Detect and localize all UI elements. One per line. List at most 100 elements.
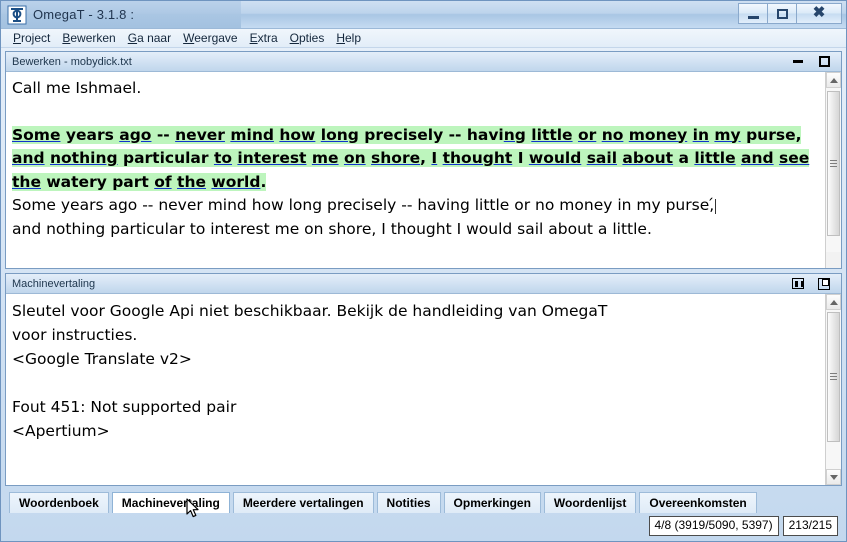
segment-token-underlined: sail — [586, 149, 618, 167]
progress-status: 4/8 (3919/5090, 5397) — [648, 516, 779, 536]
segment-token: particular — [117, 149, 214, 167]
segment-token-underlined: the — [177, 172, 206, 191]
menu-label: elp — [345, 31, 362, 45]
segment-token-underlined: Some — [12, 125, 61, 144]
menu-item-bewerken[interactable]: Bewerken — [56, 31, 121, 45]
segment-token-underlined: to — [213, 149, 232, 167]
close-icon: ✖ — [812, 5, 826, 21]
mt-vertical-scrollbar[interactable] — [825, 294, 841, 485]
editor-panel-buttons — [791, 55, 837, 69]
menu-item-extra[interactable]: Extra — [244, 31, 284, 45]
mt-line-3: <Google Translate v2> — [12, 350, 192, 368]
window-title: OmegaT - 3.1.8 : — [33, 7, 135, 22]
window-controls: ✖ — [738, 3, 842, 24]
menu-label: ewerken — [70, 31, 116, 45]
segment-token-underlined: or — [577, 125, 597, 144]
omegat-window: OmegaT - 3.1.8 : ✖ Project Bewerken Ga n… — [0, 0, 847, 542]
editor-maximize-button[interactable] — [817, 55, 831, 69]
minimize-icon — [747, 15, 759, 19]
blank-spacer — [12, 101, 824, 124]
segment-token-underlined: and — [12, 149, 45, 167]
mt-panel-header: Machinevertaling — [6, 274, 841, 294]
editor-scroll-thumb[interactable] — [827, 91, 840, 236]
menu-item-ga-naar[interactable]: Ga naar — [122, 31, 177, 45]
mt-scroll-thumb[interactable] — [827, 311, 840, 442]
scroll-up-button[interactable] — [826, 72, 841, 88]
mt-restore-button[interactable] — [791, 277, 805, 291]
menu-label: roject — [21, 31, 51, 45]
panel-tab-bar: Woordenboek Machinevertaling Meerdere ve… — [5, 491, 842, 513]
tab-meerdere-vertalingen[interactable]: Meerdere vertalingen — [232, 492, 374, 513]
segment-token-underlined: ago — [119, 125, 152, 144]
segment-token-underlined: and — [741, 149, 774, 167]
segment-token-underlined: mind — [230, 125, 274, 144]
menu-mnemonic: P — [13, 31, 22, 45]
segment-token-underlined: long — [320, 125, 359, 144]
editor-minimize-button[interactable] — [791, 55, 805, 69]
minimize-button[interactable] — [738, 3, 768, 24]
tab-machinevertaling[interactable]: Machinevertaling — [111, 492, 230, 513]
title-bar: OmegaT - 3.1.8 : ✖ — [1, 1, 846, 29]
editor-panel-body[interactable]: Call me Ishmael. Some years ago -- never… — [6, 72, 841, 268]
segment-token-underlined: interest — [237, 149, 307, 167]
grip-icon — [830, 371, 837, 382]
undock-icon — [818, 277, 830, 290]
mt-panel-title: Machinevertaling — [12, 277, 96, 290]
menu-item-help[interactable]: Help — [330, 31, 367, 45]
editor-panel-title: Bewerken - mobydick.txt — [12, 55, 132, 68]
scroll-down-button[interactable] — [826, 469, 841, 485]
tab-woordenboek[interactable]: Woordenboek — [9, 492, 109, 513]
segment-token-underlined: money — [628, 125, 688, 144]
editor-panel-header: Bewerken - mobydick.txt — [6, 52, 841, 72]
mt-text-area[interactable]: Sleutel voor Google Api niet beschikbaar… — [6, 294, 832, 443]
segment-token: precisely -- havi — [358, 125, 504, 144]
target-line-1[interactable]: Some years ago -- never mind how long pr… — [12, 194, 824, 218]
menu-item-weergave[interactable]: Weergave — [177, 31, 243, 45]
chevron-down-icon — [829, 474, 838, 480]
segment-token-underlined: no — [601, 125, 624, 144]
omegat-logo-icon — [7, 5, 27, 25]
menu-label: eergave — [194, 31, 238, 45]
grip-icon — [830, 158, 837, 169]
segment-token-underlined: about — [622, 149, 674, 167]
maximize-icon — [776, 8, 788, 19]
tab-notities[interactable]: Notities — [376, 492, 441, 513]
tab-woordenlijst[interactable]: Woordenlijst — [543, 492, 637, 513]
close-button[interactable]: ✖ — [796, 3, 842, 24]
menu-label: pties — [298, 31, 325, 45]
mt-panel-body[interactable]: Sleutel voor Google Api niet beschikbaar… — [6, 294, 841, 485]
chevron-up-icon — [829, 299, 838, 305]
menu-mnemonic: E — [249, 31, 258, 45]
mt-panel-buttons — [791, 277, 837, 291]
tab-opmerkingen[interactable]: Opmerkingen — [443, 492, 541, 513]
menu-label: a naar — [137, 31, 172, 45]
segment-token-underlined: my — [714, 125, 741, 144]
mt-line-5: Fout 451: Not supported pair — [12, 398, 237, 416]
editor-scroll-track[interactable] — [826, 88, 841, 252]
editor-vertical-scrollbar[interactable] — [825, 72, 841, 268]
target-line-2[interactable]: and nothing particular to interest me on… — [12, 218, 824, 242]
mt-line-6: <Apertium> — [12, 422, 110, 440]
segment-token-underlined: little — [694, 149, 736, 167]
segment-token-underlined: never — [175, 125, 225, 144]
status-bar: 4/8 (3919/5090, 5397) 213/215 — [5, 515, 842, 537]
scroll-up-button[interactable] — [826, 294, 841, 310]
source-line-previous: Call me Ishmael. — [12, 79, 142, 97]
maximize-button[interactable] — [767, 3, 797, 24]
mt-undock-button[interactable] — [817, 277, 831, 291]
segment-token-underlined: thought — [442, 149, 513, 167]
segment-token: . — [260, 172, 267, 191]
segment-token-underlined: on — [343, 149, 366, 167]
active-segment-source[interactable]: Some years ago -- never mind how long pr… — [12, 125, 810, 191]
segment-token-underlined: little — [531, 125, 573, 144]
segment-token: watery part — [40, 172, 155, 191]
segment-token-underlined: would — [528, 149, 582, 167]
menu-item-project[interactable]: Project — [7, 31, 56, 45]
segment-token-underlined: of — [154, 172, 172, 191]
mt-scroll-track[interactable] — [826, 310, 841, 469]
menu-item-opties[interactable]: Opties — [284, 31, 331, 45]
editor-text-area[interactable]: Call me Ishmael. Some years ago -- never… — [6, 72, 832, 241]
menu-mnemonic: G — [127, 31, 138, 45]
tab-overeenkomsten[interactable]: Overeenkomsten — [639, 492, 757, 513]
mt-line-1: Sleutel voor Google Api niet beschikbaar… — [12, 302, 608, 320]
